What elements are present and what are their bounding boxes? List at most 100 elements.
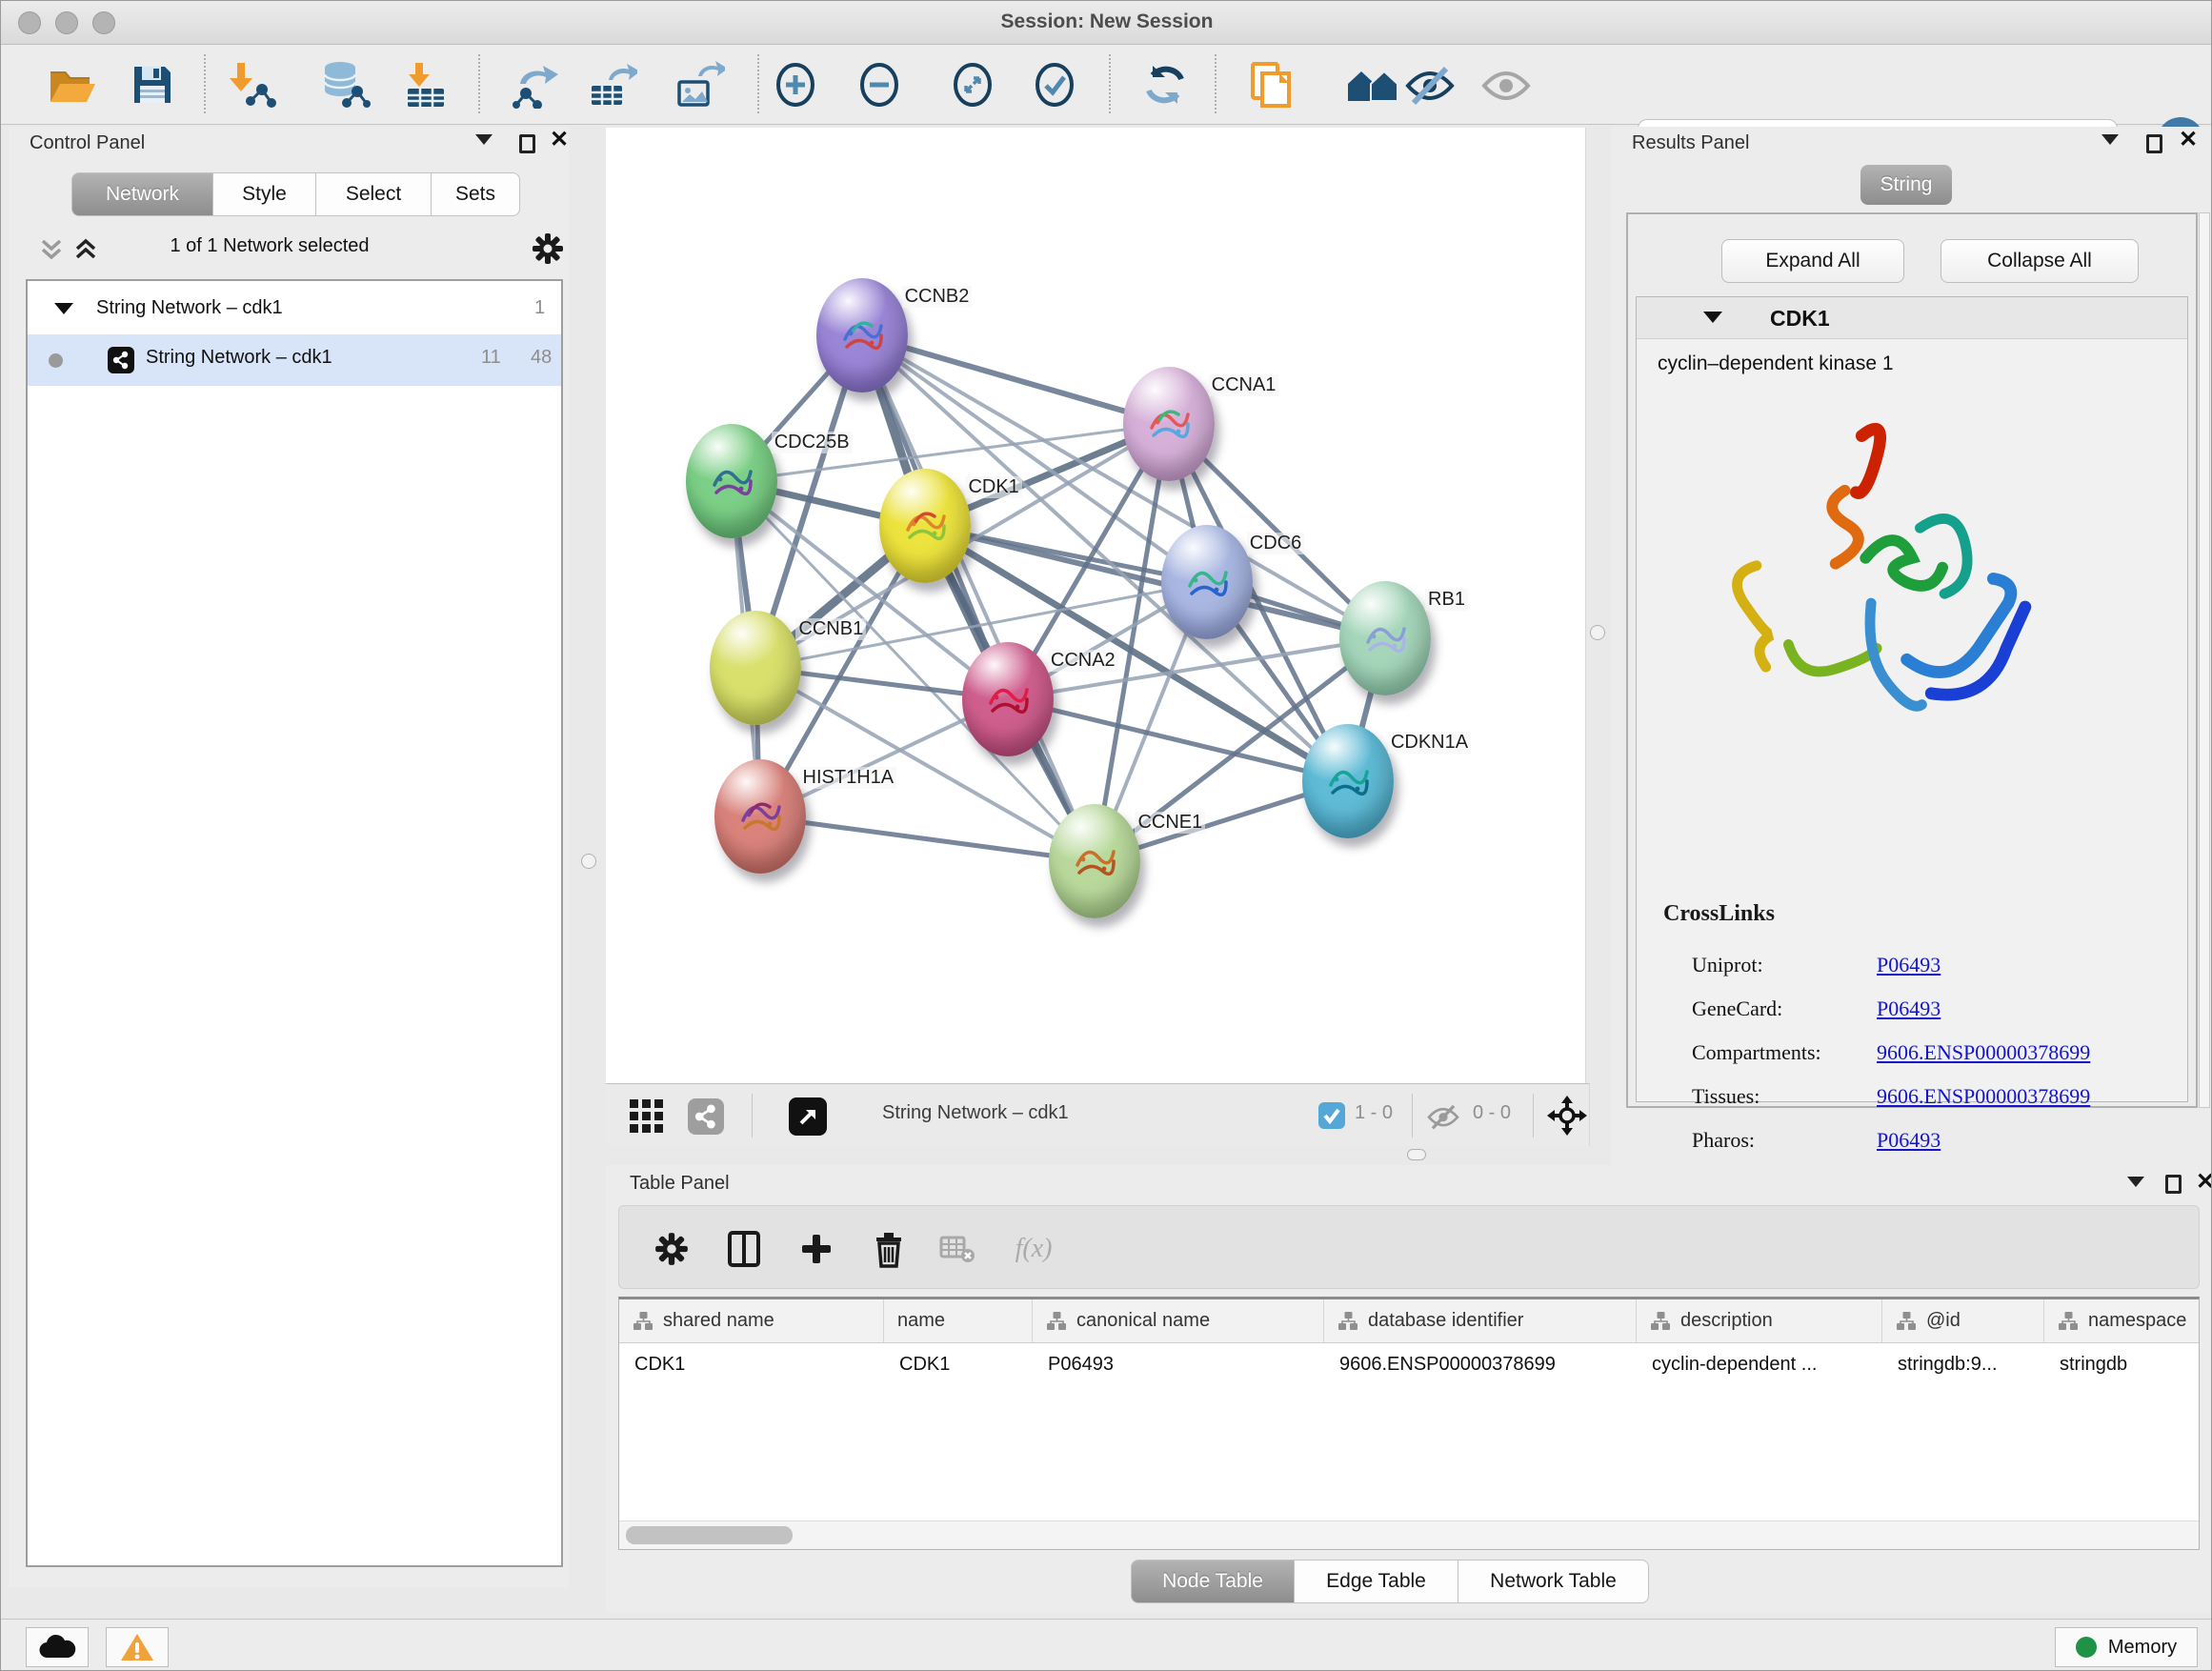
network-canvas[interactable]: CCNB2CCNA1CDC25BCDK1CDC6RB1CCNB1CCNA2CDK… — [606, 128, 1586, 1083]
tab-sets[interactable]: Sets — [432, 172, 520, 216]
table-cell[interactable]: CDK1 — [619, 1343, 884, 1385]
network-node-ccnb1[interactable] — [710, 611, 801, 725]
column-header-description[interactable]: description — [1637, 1299, 1882, 1342]
network-node-cdc25b[interactable] — [686, 424, 777, 538]
delete-column-button[interactable] — [867, 1227, 911, 1271]
open-in-new-window-icon[interactable] — [789, 1097, 827, 1136]
column-label: description — [1680, 1310, 1773, 1332]
network-node-ccna1[interactable] — [1123, 367, 1215, 481]
table-cell[interactable]: CDK1 — [884, 1343, 1033, 1385]
warnings-button[interactable] — [106, 1627, 169, 1667]
export-image-button[interactable] — [674, 58, 727, 111]
save-session-button[interactable] — [126, 58, 179, 111]
show-graphics-details-button[interactable] — [1479, 58, 1533, 111]
network-node-rb1[interactable] — [1339, 581, 1431, 695]
copy-button[interactable] — [1243, 58, 1297, 111]
import-network-from-file-button[interactable] — [226, 58, 279, 111]
import-table-from-file-button[interactable] — [398, 58, 452, 111]
network-node-cdkn1a[interactable] — [1302, 724, 1394, 838]
tab-node-table[interactable]: Node Table — [1131, 1560, 1295, 1603]
table-cell[interactable]: P06493 — [1033, 1343, 1324, 1385]
network-node-ccnb2[interactable] — [816, 278, 908, 393]
cloud-button[interactable] — [26, 1627, 89, 1667]
zoom-in-button[interactable] — [769, 58, 822, 111]
table-settings-button[interactable] — [650, 1227, 694, 1271]
collapse-all-button[interactable]: Collapse All — [1941, 239, 2139, 283]
cloud-icon — [38, 1633, 76, 1661]
memory-button[interactable]: Memory — [2055, 1627, 2198, 1667]
memory-label: Memory — [2108, 1637, 2177, 1659]
import-network-from-database-button[interactable] — [319, 58, 372, 111]
network-node-ccna2[interactable] — [962, 642, 1054, 756]
apply-layout-button[interactable] — [1138, 58, 1192, 111]
network-collection-row[interactable]: String Network – cdk1 1 — [28, 285, 561, 334]
bottom-splitter-handle[interactable] — [1407, 1149, 1426, 1160]
crosslink-link[interactable]: P06493 — [1877, 997, 1941, 1021]
left-splitter-handle[interactable] — [581, 854, 596, 869]
tab-select[interactable]: Select — [316, 172, 432, 216]
show-columns-button[interactable] — [722, 1227, 766, 1271]
export-network-button[interactable] — [509, 58, 562, 111]
crosslink-link[interactable]: 9606.ENSP00000378699 — [1877, 1084, 2090, 1109]
tab-string[interactable]: String — [1860, 165, 1952, 205]
column-header-shared-name[interactable]: shared name — [619, 1299, 884, 1342]
panel-menu-icon[interactable] — [2101, 134, 2119, 145]
panel-close-icon[interactable]: ✕ — [550, 131, 569, 150]
network-row[interactable]: String Network – cdk1 11 48 — [28, 334, 561, 386]
export-table-button[interactable] — [586, 58, 639, 111]
node-table[interactable]: shared namenamecanonical namedatabase id… — [618, 1297, 2200, 1550]
expand-all-button[interactable]: Expand All — [1721, 239, 1904, 283]
hide-graphics-details-button[interactable] — [1403, 58, 1457, 111]
tab-network[interactable]: Network — [71, 172, 213, 216]
results-scrollbar[interactable] — [2199, 212, 2210, 1108]
tab-edge-table[interactable]: Edge Table — [1295, 1560, 1458, 1603]
panel-menu-icon[interactable] — [475, 134, 493, 145]
panel-float-icon[interactable] — [2146, 134, 2162, 153]
crosslink-link[interactable]: 9606.ENSP00000378699 — [1877, 1040, 2090, 1065]
column-header-canonical-name[interactable]: canonical name — [1033, 1299, 1324, 1342]
collection-expand-icon[interactable] — [54, 303, 73, 314]
pan-crosshair-icon[interactable] — [1547, 1096, 1587, 1136]
right-splitter-handle[interactable] — [1590, 625, 1605, 640]
panel-float-icon[interactable] — [519, 134, 535, 153]
column-header-database-identifier[interactable]: database identifier — [1324, 1299, 1637, 1342]
panel-close-icon[interactable]: ✕ — [2179, 131, 2198, 150]
function-builder-button[interactable]: f(x) — [1000, 1227, 1067, 1271]
open-session-button[interactable] — [46, 58, 99, 111]
table-cell[interactable]: 9606.ENSP00000378699 — [1324, 1343, 1637, 1385]
zoom-out-button[interactable] — [853, 58, 906, 111]
create-column-button[interactable] — [794, 1227, 838, 1271]
panel-float-icon[interactable] — [2165, 1175, 2182, 1194]
crosslink-link[interactable]: P06493 — [1877, 1128, 1941, 1153]
network-node-hist1h1a[interactable] — [714, 759, 806, 874]
tab-network-table[interactable]: Network Table — [1458, 1560, 1649, 1603]
panel-menu-icon[interactable] — [2127, 1177, 2144, 1187]
table-cell[interactable]: stringdb:9... — [1882, 1343, 2044, 1385]
selected-checkbox-icon[interactable] — [1318, 1102, 1345, 1129]
panel-close-icon[interactable]: ✕ — [2196, 1173, 2212, 1192]
table-row[interactable]: CDK1CDK1P064939606.ENSP00000378699cyclin… — [619, 1343, 2200, 1385]
scrollbar-thumb[interactable] — [626, 1526, 793, 1544]
table-cell[interactable]: stringdb — [2044, 1343, 2200, 1385]
delete-table-button[interactable] — [935, 1227, 979, 1271]
tab-style[interactable]: Style — [213, 172, 316, 216]
table-cell[interactable]: cyclin-dependent ... — [1637, 1343, 1882, 1385]
network-node-cdc6[interactable] — [1161, 525, 1253, 639]
zoom-fit-button[interactable] — [946, 58, 999, 111]
network-options-gear-icon[interactable] — [531, 232, 565, 266]
show-all-networks-button[interactable] — [1346, 58, 1399, 111]
footer-separator — [752, 1094, 753, 1137]
section-collapse-icon[interactable] — [1703, 312, 1722, 323]
table-horizontal-scrollbar[interactable] — [619, 1520, 2199, 1549]
crosslink-label: Uniprot: — [1692, 953, 1763, 977]
zoom-selected-button[interactable] — [1028, 58, 1081, 111]
column-header-name[interactable]: name — [884, 1299, 1033, 1342]
network-node-cdk1[interactable] — [879, 469, 971, 583]
birds-eye-view-icon[interactable] — [629, 1098, 665, 1135]
crosslink-link[interactable]: P06493 — [1877, 953, 1941, 977]
gene-section-header[interactable]: CDK1 — [1637, 297, 2187, 339]
share-network-icon[interactable] — [688, 1098, 724, 1135]
column-header-namespace[interactable]: namespace — [2044, 1299, 2200, 1342]
column-network-icon — [1896, 1311, 1917, 1332]
column-header--id[interactable]: @id — [1882, 1299, 2044, 1342]
